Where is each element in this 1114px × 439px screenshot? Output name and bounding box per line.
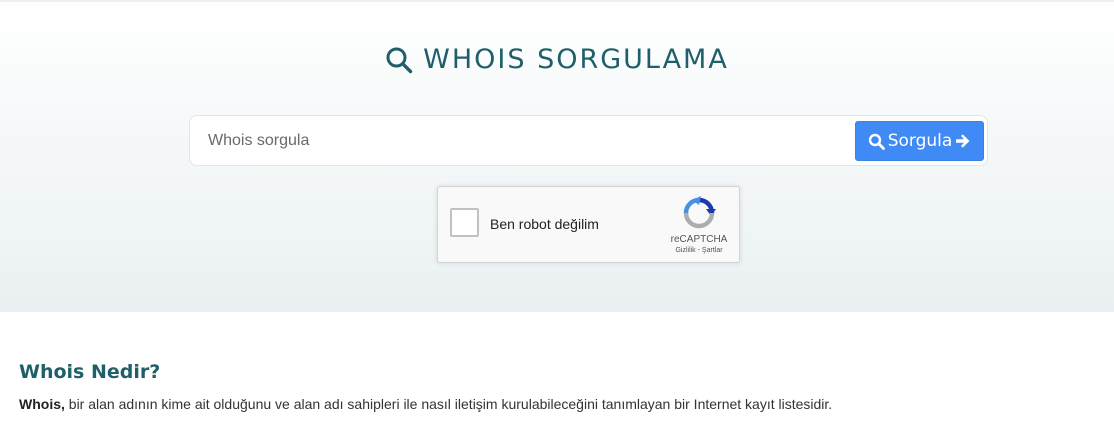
privacy-link[interactable]: Gizlilik [675,247,695,254]
whois-description: bir alan adının kime ait olduğunu ve ala… [64,396,833,412]
search-icon [868,133,885,150]
recaptcha-links: Gizlilik - Şartlar [664,247,734,254]
recaptcha-checkbox[interactable] [450,208,479,237]
whois-term: Whois, [19,396,65,412]
whois-search-input[interactable] [191,117,851,164]
query-button[interactable]: Sorgula [855,121,984,161]
search-icon [386,47,413,73]
recaptcha-brand: reCAPTCHA [670,234,728,245]
terms-link[interactable]: Şartlar [702,247,723,254]
recaptcha-label: Ben robot değilim [490,216,599,232]
whois-definition-heading: Whois Nedir? [19,361,161,383]
page-title-text: WHOIS SORGULAMA [423,44,729,75]
page-title: WHOIS SORGULAMA [0,44,1114,75]
whois-search-form: Sorgula [189,115,988,166]
arrow-right-icon [956,134,970,148]
recaptcha-logo-icon [683,196,716,229]
query-button-label: Sorgula [887,131,953,151]
recaptcha-widget: Ben robot değilim reCAPTCHA Gizlilik - Ş… [437,186,740,263]
hero-section: WHOIS SORGULAMA Sorgula Ben robot değili… [0,0,1114,312]
whois-definition-text: Whois, bir alan adının kime ait olduğunu… [19,396,1099,412]
